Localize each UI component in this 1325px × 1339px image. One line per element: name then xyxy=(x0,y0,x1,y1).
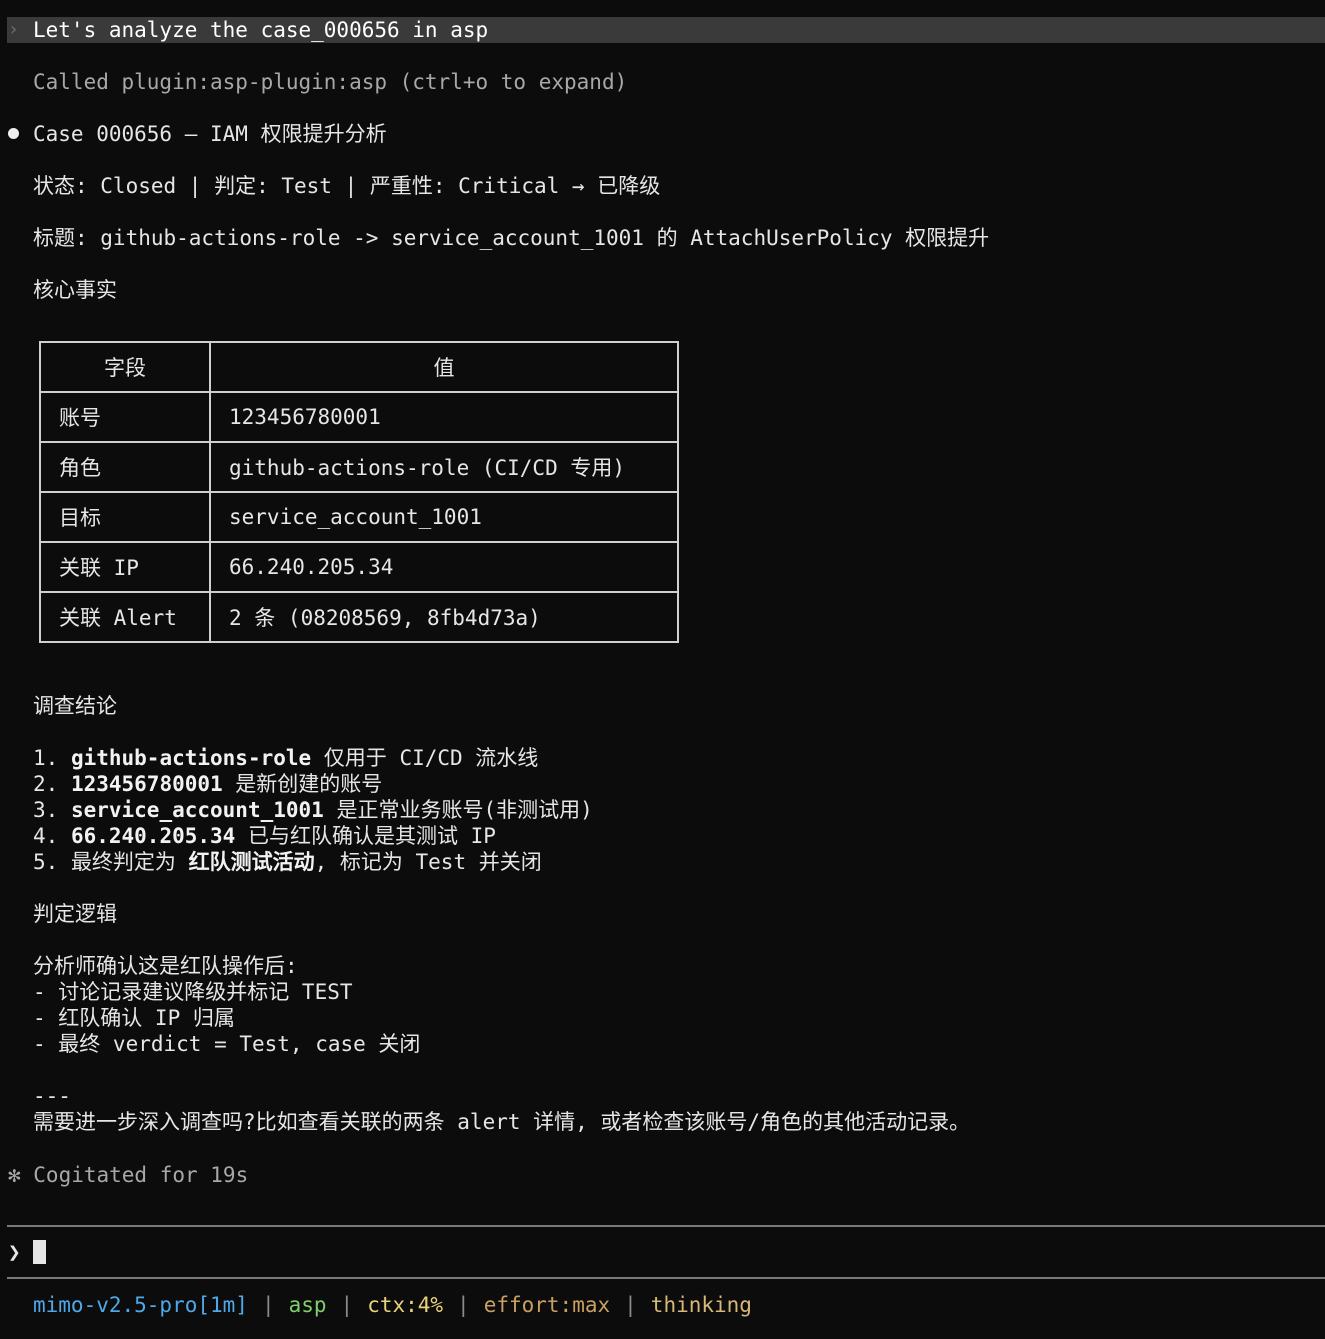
input-top-divider xyxy=(7,1225,1325,1227)
tool-call-line[interactable]: Called plugin:asp-plugin:asp (ctrl+o to … xyxy=(33,69,627,95)
list-number: 3. xyxy=(33,798,71,822)
logic-line: - 讨论记录建议降级并标记 TEST xyxy=(33,980,353,1004)
list-item: 5. 最终判定为 红队测试活动, 标记为 Test 并关闭 xyxy=(33,849,542,875)
list-text: , 标记为 Test 并关闭 xyxy=(314,850,542,874)
cell-field: 关联 IP xyxy=(39,541,211,593)
table-row: 账号 123456780001 xyxy=(39,391,679,443)
status-line: 状态: Closed | 判定: Test | 严重性: Critical → … xyxy=(33,174,661,198)
list-item: 2. 123456780001 是新创建的账号 xyxy=(33,771,382,797)
list-bold: github-actions-role xyxy=(70,746,312,770)
input-cursor[interactable] xyxy=(33,1240,46,1264)
cell-value: 123456780001 xyxy=(209,391,679,443)
status-bar: mimo-v2.5-pro[1m] | asp | ctx:4% | effor… xyxy=(33,1292,752,1318)
list-number: 2. xyxy=(33,772,71,796)
cell-field: 账号 xyxy=(39,391,211,443)
cell-field: 目标 xyxy=(39,491,211,543)
list-bold: 66.240.205.34 xyxy=(70,824,236,848)
list-bold: 红队测试活动 xyxy=(188,850,315,874)
status-context: ctx:4% xyxy=(367,1293,444,1317)
status-separator: | xyxy=(624,1293,637,1317)
list-text: 是正常业务账号(非测试用) xyxy=(323,798,593,822)
cell-value: service_account_1001 xyxy=(209,491,679,543)
case-heading: Case 000656 — IAM 权限提升分析 xyxy=(33,122,387,146)
cell-value: 2 条 (08208569, 8fb4d73a) xyxy=(209,591,679,643)
cell-value: github-actions-role (CI/CD 专用) xyxy=(209,441,679,493)
logic-line: - 红队确认 IP 归属 xyxy=(33,1006,235,1030)
logic-heading: 判定逻辑 xyxy=(33,902,117,926)
table-row: 关联 IP 66.240.205.34 xyxy=(39,541,679,593)
cell-field: 角色 xyxy=(39,441,211,493)
list-item: 3. service_account_1001 是正常业务账号(非测试用) xyxy=(33,797,593,823)
status-effort: effort:max xyxy=(483,1293,611,1317)
logic-line: 分析师确认这是红队操作后: xyxy=(33,954,298,978)
input-bottom-divider xyxy=(7,1277,1325,1279)
logic-line: - 最终 verdict = Test, case 关闭 xyxy=(33,1032,421,1056)
thinking-time: ✻ Cogitated for 19s xyxy=(8,1163,249,1187)
table-row: 目标 service_account_1001 xyxy=(39,491,679,543)
facts-heading: 核心事实 xyxy=(33,278,117,302)
list-item: 4. 66.240.205.34 已与红队确认是其测试 IP xyxy=(33,823,496,849)
list-number: 1. xyxy=(33,746,71,770)
list-text: 最终判定为 xyxy=(70,850,189,874)
list-item: 1. github-actions-role 仅用于 CI/CD 流水线 xyxy=(33,745,538,771)
status-mode: thinking xyxy=(650,1293,752,1317)
header-field: 字段 xyxy=(39,341,211,393)
status-model: mimo-v2.5-pro[1m] xyxy=(33,1293,248,1317)
user-prompt: Let's analyze the case_000656 in asp xyxy=(33,18,489,42)
followup-question: 需要进一步深入调查吗?比如查看关联的两条 alert 详情, 或者检查该账号/角… xyxy=(33,1110,971,1134)
table-row: 关联 Alert 2 条 (08208569, 8fb4d73a) xyxy=(39,591,679,643)
input-chevron-icon: ❯ xyxy=(8,1240,21,1264)
list-text: 已与红队确认是其测试 IP xyxy=(235,824,496,848)
prompt-chevron-icon: › xyxy=(8,19,19,40)
markdown-rule: --- xyxy=(33,1084,71,1108)
header-value: 值 xyxy=(209,341,679,393)
list-number: 4. xyxy=(33,824,71,848)
list-text: 是新创建的账号 xyxy=(222,772,383,796)
cell-field: 关联 Alert xyxy=(39,591,211,643)
status-separator: | xyxy=(261,1293,275,1317)
status-plugin: asp xyxy=(288,1293,327,1317)
title-line: 标题: github-actions-role -> service_accou… xyxy=(33,226,990,250)
status-separator: | xyxy=(457,1293,470,1317)
list-bold: service_account_1001 xyxy=(70,798,324,822)
response-bullet-icon xyxy=(8,128,19,139)
cell-value: 66.240.205.34 xyxy=(209,541,679,593)
list-bold: 123456780001 xyxy=(70,772,223,796)
table-row: 角色 github-actions-role (CI/CD 专用) xyxy=(39,441,679,493)
status-separator: | xyxy=(340,1293,354,1317)
conclusion-heading: 调查结论 xyxy=(33,694,117,718)
list-text: 仅用于 CI/CD 流水线 xyxy=(311,746,539,770)
list-number: 5. xyxy=(33,850,71,874)
facts-table: 字段 值 账号 123456780001 角色 github-actions-r… xyxy=(39,341,679,643)
table-header-row: 字段 值 xyxy=(39,341,679,393)
